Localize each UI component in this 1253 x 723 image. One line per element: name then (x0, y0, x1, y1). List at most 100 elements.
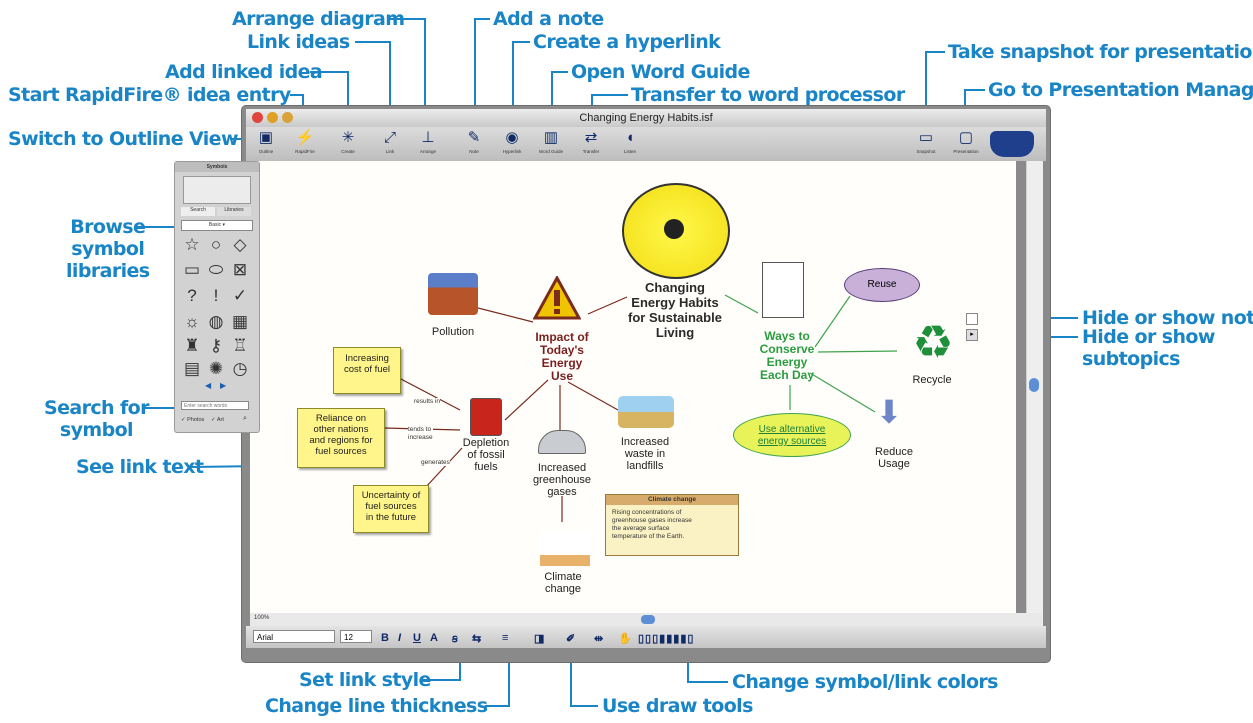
climate-icon[interactable] (540, 530, 590, 566)
hand-icon[interactable]: ✋ (618, 632, 632, 645)
reuse-idea[interactable]: Reuse (844, 268, 920, 302)
diamond-symbol[interactable]: ◇ (229, 234, 251, 255)
draw-tools-icon[interactable]: ✐ (566, 632, 575, 645)
main-idea-text[interactable]: Changing Energy Habits for Sustainable L… (615, 280, 735, 340)
reduce-arrow-icon[interactable]: ⬇ (872, 393, 906, 431)
sticky-uncertainty[interactable]: Uncertainty of fuel sources in the futur… (353, 485, 429, 533)
greenhouse-line1: Increased (537, 462, 587, 474)
alternative-energy-idea[interactable]: Use alternative energy sources (733, 413, 851, 457)
atom-icon (664, 219, 684, 239)
font-size-value: 12 (344, 633, 353, 642)
note-header: Climate change (606, 495, 738, 505)
symbol-style-icon[interactable]: ◨ (534, 632, 544, 645)
climate-line1: Climate (544, 571, 582, 583)
reduce-line2: Usage (878, 458, 910, 470)
map-symbol[interactable]: ▦ (229, 311, 251, 332)
link-text-results-in[interactable]: results in (414, 398, 441, 405)
climate-idea[interactable]: Climate change (530, 571, 596, 595)
shape-picker[interactable] (183, 176, 251, 204)
x-box-symbol[interactable]: ⊠ (229, 259, 251, 280)
depletion-idea[interactable]: Depletion of fossil fuels (454, 437, 518, 473)
hide-note-toggle[interactable] (966, 313, 978, 325)
waste-idea[interactable]: Increased waste in landfills (612, 436, 678, 472)
pollution-idea[interactable]: Pollution (418, 326, 488, 338)
recycle-icon[interactable]: ♻ (903, 317, 963, 367)
sticky-reliance[interactable]: Reliance on other nations and regions fo… (297, 408, 385, 468)
reuse-label: Reuse (867, 279, 897, 290)
rectangle-symbol[interactable]: ▭ (181, 259, 203, 280)
note-line1: Rising concentrations of (612, 509, 682, 516)
main-line4: Living (655, 325, 695, 340)
lamp-symbol[interactable]: ♖ (229, 335, 251, 356)
reduce-usage-idea[interactable]: Reduce Usage (862, 446, 926, 470)
main-line1: Changing (645, 280, 705, 295)
sun-symbol[interactable]: ✺ (205, 358, 227, 379)
warning-icon[interactable] (533, 276, 581, 320)
alt-line2: energy sources (757, 436, 827, 447)
checklist-icon[interactable] (762, 262, 804, 318)
link-tends-line2: increase (408, 434, 433, 441)
color-wells-icon[interactable]: ▯▯▯▮▮▮▮▯ (638, 632, 694, 645)
sticky-uncertainty-line3: in the future (365, 512, 417, 523)
link-style-icon[interactable]: ꞩ (452, 632, 458, 645)
italic-icon[interactable]: I (398, 632, 401, 644)
sticky-cost-of-fuel[interactable]: Increasing cost of fuel (333, 347, 401, 394)
key-symbol[interactable]: ⚷ (205, 335, 227, 356)
note-line3: the average surface (612, 525, 670, 532)
note-line4: temperature of the Earth. (612, 533, 685, 540)
climate-note[interactable]: Climate change Rising concentrations of … (605, 494, 739, 556)
oval-symbol[interactable]: ⬭ (205, 259, 227, 280)
underline-icon[interactable]: U (413, 632, 421, 644)
calendar-symbol[interactable]: ▤ (181, 358, 203, 379)
waste-line3: landfills (626, 460, 664, 472)
font-size-select[interactable]: 12 (340, 630, 372, 643)
speech-bubble-symbol[interactable]: ○ (205, 234, 227, 255)
symbol-search-input[interactable] (181, 401, 249, 410)
depletion-line3: fuels (474, 461, 498, 473)
tab-libraries[interactable]: Libraries (217, 207, 251, 216)
bold-icon[interactable]: B (381, 632, 389, 644)
text-color-icon[interactable]: A (430, 632, 438, 644)
depletion-line1: Depletion (462, 437, 510, 449)
recycle-idea[interactable]: Recycle (900, 374, 964, 386)
link-arrows-icon[interactable]: ⇆ (472, 632, 481, 645)
candle-symbol[interactable]: ♜ (181, 335, 203, 356)
sticky-reliance-line4: fuel sources (315, 446, 367, 457)
star-symbol[interactable]: ☆ (181, 234, 203, 255)
waste-line2: waste in (624, 448, 666, 460)
search-icon[interactable]: ⌕ (243, 415, 247, 423)
clock-symbol[interactable]: ◷ (229, 358, 251, 379)
impact-idea[interactable]: Impact of Today's Energy Use (522, 331, 602, 383)
symbols-palette: Symbols Search Libraries Basic ▾ ☆ ○ ◇ ▭… (174, 161, 260, 433)
globe-symbol[interactable]: ◍ (205, 311, 227, 332)
sticky-reliance-line1: Reliance on (315, 413, 367, 424)
link-text-generates[interactable]: generates (421, 459, 450, 466)
factory-icon[interactable] (428, 273, 478, 315)
font-select[interactable]: Arial (253, 630, 335, 643)
gas-pump-icon[interactable] (470, 398, 502, 436)
waste-line1: Increased (620, 436, 670, 448)
library-dropdown[interactable]: Basic ▾ (181, 220, 253, 231)
alt-line1: Use alternative (758, 424, 826, 435)
climate-line2: change (544, 583, 582, 595)
library-value: Basic (208, 222, 222, 228)
subtopics-toggle[interactable]: ▸ (966, 329, 978, 341)
ways-to-conserve-idea[interactable]: Ways to Conserve Energy Each Day (746, 330, 828, 382)
exclamation-symbol[interactable]: ! (205, 285, 227, 306)
move-icon[interactable]: ⇹ (594, 632, 603, 645)
photos-checkbox[interactable]: ✓ Photos (181, 417, 204, 423)
next-page-arrow-icon[interactable]: ▶ (220, 381, 226, 390)
question-symbol[interactable]: ? (181, 285, 203, 306)
greenhouse-idea[interactable]: Increased greenhouse gases (524, 462, 600, 498)
link-text-tends-to-increase[interactable]: tends to increase (408, 426, 433, 442)
lightbulb-symbol[interactable]: ☼ (181, 311, 203, 332)
checkmark-symbol[interactable]: ✓ (229, 285, 251, 306)
line-thickness-icon[interactable]: ≡ (502, 632, 508, 644)
landfill-icon[interactable] (618, 396, 674, 428)
sticky-cost-line1: Increasing (345, 353, 389, 364)
photos-label: Photos (187, 417, 205, 423)
sticky-uncertainty-line1: Uncertainty of (361, 490, 421, 501)
art-checkbox[interactable]: ✓ Art (211, 417, 224, 423)
prev-page-arrow-icon[interactable]: ◀ (205, 381, 211, 390)
tab-search[interactable]: Search (181, 207, 215, 216)
